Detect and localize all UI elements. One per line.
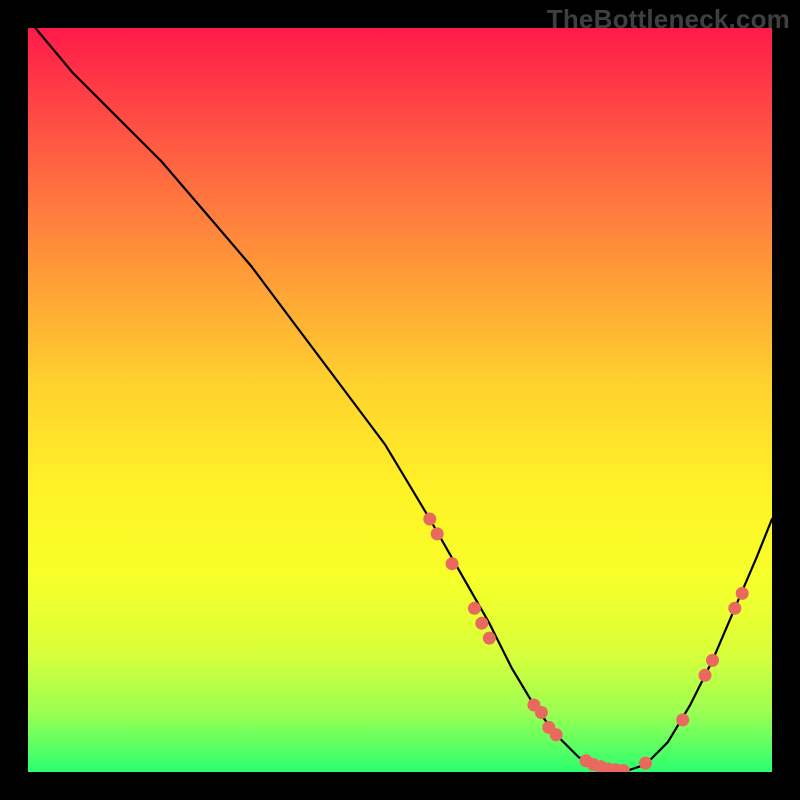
curve-marker bbox=[728, 602, 741, 615]
curve-markers-group bbox=[423, 513, 748, 773]
chart-plot-area bbox=[28, 28, 772, 772]
watermark-text: TheBottleneck.com bbox=[547, 4, 790, 35]
curve-marker bbox=[431, 527, 444, 540]
bottleneck-curve-line bbox=[35, 28, 772, 772]
curve-marker bbox=[423, 513, 436, 526]
curve-marker bbox=[736, 587, 749, 600]
curve-marker bbox=[446, 557, 459, 570]
curve-marker bbox=[699, 669, 712, 682]
curve-marker bbox=[676, 713, 689, 726]
curve-marker bbox=[468, 602, 481, 615]
curve-marker bbox=[483, 632, 496, 645]
curve-marker bbox=[475, 617, 488, 630]
curve-marker bbox=[706, 654, 719, 667]
curve-marker bbox=[639, 757, 652, 770]
curve-marker bbox=[535, 706, 548, 719]
bottleneck-curve-svg bbox=[28, 28, 772, 772]
curve-marker bbox=[550, 728, 563, 741]
